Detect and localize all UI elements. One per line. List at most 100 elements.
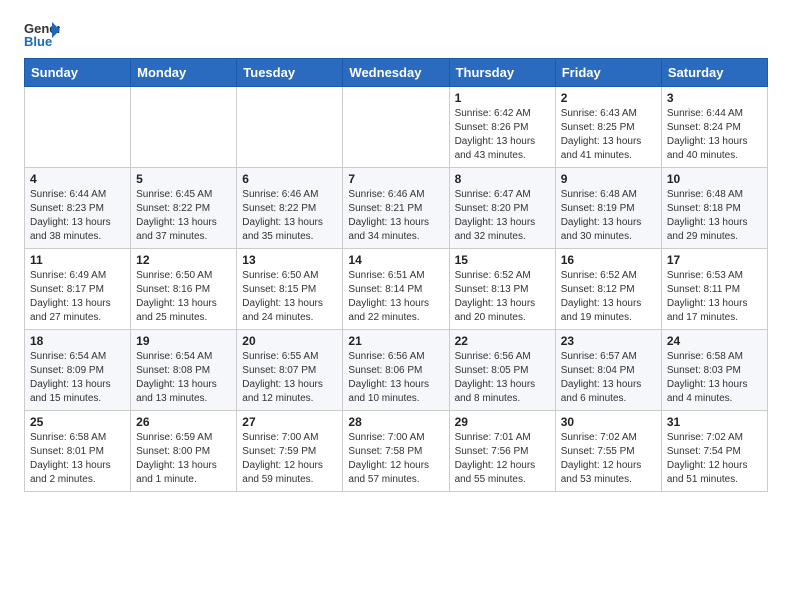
day-cell: 12 Sunrise: 6:50 AM Sunset: 8:16 PM Dayli…	[131, 249, 237, 330]
day-number: 2	[561, 91, 656, 105]
day-info: Sunrise: 7:00 AM Sunset: 7:58 PM Dayligh…	[348, 431, 443, 487]
day-number: 14	[348, 253, 443, 267]
day-info: Sunrise: 6:46 AM Sunset: 8:21 PM Dayligh…	[348, 188, 443, 244]
header-wednesday: Wednesday	[343, 59, 449, 87]
day-number: 8	[455, 172, 550, 186]
header: General Blue	[24, 20, 768, 48]
day-info: Sunrise: 6:48 AM Sunset: 8:18 PM Dayligh…	[667, 188, 762, 244]
day-number: 4	[30, 172, 125, 186]
header-friday: Friday	[555, 59, 661, 87]
day-cell: 4 Sunrise: 6:44 AM Sunset: 8:23 PM Daylig…	[25, 168, 131, 249]
day-cell: 23 Sunrise: 6:57 AM Sunset: 8:04 PM Dayli…	[555, 330, 661, 411]
day-cell: 7 Sunrise: 6:46 AM Sunset: 8:21 PM Daylig…	[343, 168, 449, 249]
day-number: 28	[348, 415, 443, 429]
day-cell: 22Sunrise: 6:56 AM Sunset: 8:05 PM Dayli…	[449, 330, 555, 411]
day-cell	[343, 87, 449, 168]
day-cell: 31 Sunrise: 7:02 AM Sunset: 7:54 PM Dayli…	[661, 411, 767, 492]
day-number: 12	[136, 253, 231, 267]
day-info: Sunrise: 6:52 AM Sunset: 8:12 PM Dayligh…	[561, 269, 656, 325]
day-info: Sunrise: 6:43 AM Sunset: 8:25 PM Dayligh…	[561, 107, 656, 163]
day-cell: 2 Sunrise: 6:43 AM Sunset: 8:25 PM Daylig…	[555, 87, 661, 168]
calendar-header: SundayMondayTuesdayWednesdayThursdayFrid…	[25, 59, 768, 87]
logo-icon: General Blue	[24, 20, 60, 48]
day-number: 7	[348, 172, 443, 186]
day-cell: 11 Sunrise: 6:49 AM Sunset: 8:17 PM Dayli…	[25, 249, 131, 330]
day-number: 1	[455, 91, 550, 105]
day-cell: 13 Sunrise: 6:50 AM Sunset: 8:15 PM Dayli…	[237, 249, 343, 330]
day-info: Sunrise: 6:49 AM Sunset: 8:17 PM Dayligh…	[30, 269, 125, 325]
day-info: Sunrise: 6:42 AM Sunset: 8:26 PM Dayligh…	[455, 107, 550, 163]
day-number: 24	[667, 334, 762, 348]
day-info: Sunrise: 6:47 AM Sunset: 8:20 PM Dayligh…	[455, 188, 550, 244]
day-number: 30	[561, 415, 656, 429]
header-saturday: Saturday	[661, 59, 767, 87]
day-cell: 24 Sunrise: 6:58 AM Sunset: 8:03 PM Dayli…	[661, 330, 767, 411]
day-cell: 8 Sunrise: 6:47 AM Sunset: 8:20 PM Daylig…	[449, 168, 555, 249]
week-row-5: 25 Sunrise: 6:58 AM Sunset: 8:01 PM Dayli…	[25, 411, 768, 492]
day-cell	[131, 87, 237, 168]
day-cell: 16 Sunrise: 6:52 AM Sunset: 8:12 PM Dayli…	[555, 249, 661, 330]
day-number: 6	[242, 172, 337, 186]
day-cell: 6 Sunrise: 6:46 AM Sunset: 8:22 PM Daylig…	[237, 168, 343, 249]
day-number: 23	[561, 334, 656, 348]
day-cell: 18Sunrise: 6:54 AM Sunset: 8:09 PM Dayli…	[25, 330, 131, 411]
day-info: Sunrise: 6:45 AM Sunset: 8:22 PM Dayligh…	[136, 188, 231, 244]
day-info: Sunrise: 6:50 AM Sunset: 8:16 PM Dayligh…	[136, 269, 231, 325]
calendar-body: 1 Sunrise: 6:42 AM Sunset: 8:26 PM Daylig…	[25, 87, 768, 492]
day-cell: 10Sunrise: 6:48 AM Sunset: 8:18 PM Dayli…	[661, 168, 767, 249]
day-number: 29	[455, 415, 550, 429]
day-number: 16	[561, 253, 656, 267]
day-cell: 19 Sunrise: 6:54 AM Sunset: 8:08 PM Dayli…	[131, 330, 237, 411]
week-row-3: 11 Sunrise: 6:49 AM Sunset: 8:17 PM Dayli…	[25, 249, 768, 330]
day-info: Sunrise: 6:55 AM Sunset: 8:07 PM Dayligh…	[242, 350, 337, 406]
day-cell	[25, 87, 131, 168]
calendar-table: SundayMondayTuesdayWednesdayThursdayFrid…	[24, 58, 768, 492]
day-cell: 14Sunrise: 6:51 AM Sunset: 8:14 PM Dayli…	[343, 249, 449, 330]
day-info: Sunrise: 6:48 AM Sunset: 8:19 PM Dayligh…	[561, 188, 656, 244]
day-number: 17	[667, 253, 762, 267]
header-thursday: Thursday	[449, 59, 555, 87]
day-info: Sunrise: 6:58 AM Sunset: 8:03 PM Dayligh…	[667, 350, 762, 406]
day-cell: 3 Sunrise: 6:44 AM Sunset: 8:24 PM Daylig…	[661, 87, 767, 168]
day-number: 3	[667, 91, 762, 105]
day-cell: 1 Sunrise: 6:42 AM Sunset: 8:26 PM Daylig…	[449, 87, 555, 168]
header-tuesday: Tuesday	[237, 59, 343, 87]
day-info: Sunrise: 6:50 AM Sunset: 8:15 PM Dayligh…	[242, 269, 337, 325]
day-info: Sunrise: 6:46 AM Sunset: 8:22 PM Dayligh…	[242, 188, 337, 244]
day-cell: 20 Sunrise: 6:55 AM Sunset: 8:07 PM Dayli…	[237, 330, 343, 411]
day-number: 15	[455, 253, 550, 267]
day-info: Sunrise: 6:54 AM Sunset: 8:08 PM Dayligh…	[136, 350, 231, 406]
day-info: Sunrise: 7:02 AM Sunset: 7:54 PM Dayligh…	[667, 431, 762, 487]
day-cell: 9 Sunrise: 6:48 AM Sunset: 8:19 PM Daylig…	[555, 168, 661, 249]
day-cell: 29 Sunrise: 7:01 AM Sunset: 7:56 PM Dayli…	[449, 411, 555, 492]
day-number: 19	[136, 334, 231, 348]
day-number: 20	[242, 334, 337, 348]
day-cell: 21Sunrise: 6:56 AM Sunset: 8:06 PM Dayli…	[343, 330, 449, 411]
day-number: 11	[30, 253, 125, 267]
day-info: Sunrise: 6:52 AM Sunset: 8:13 PM Dayligh…	[455, 269, 550, 325]
week-row-1: 1 Sunrise: 6:42 AM Sunset: 8:26 PM Daylig…	[25, 87, 768, 168]
day-info: Sunrise: 6:44 AM Sunset: 8:24 PM Dayligh…	[667, 107, 762, 163]
day-number: 5	[136, 172, 231, 186]
day-info: Sunrise: 7:02 AM Sunset: 7:55 PM Dayligh…	[561, 431, 656, 487]
day-info: Sunrise: 6:58 AM Sunset: 8:01 PM Dayligh…	[30, 431, 125, 487]
day-info: Sunrise: 6:53 AM Sunset: 8:11 PM Dayligh…	[667, 269, 762, 325]
day-cell: 15 Sunrise: 6:52 AM Sunset: 8:13 PM Dayli…	[449, 249, 555, 330]
week-row-2: 4 Sunrise: 6:44 AM Sunset: 8:23 PM Daylig…	[25, 168, 768, 249]
day-info: Sunrise: 6:54 AM Sunset: 8:09 PM Dayligh…	[30, 350, 125, 406]
day-number: 13	[242, 253, 337, 267]
logo: General Blue	[24, 20, 64, 48]
day-info: Sunrise: 6:44 AM Sunset: 8:23 PM Dayligh…	[30, 188, 125, 244]
day-info: Sunrise: 6:57 AM Sunset: 8:04 PM Dayligh…	[561, 350, 656, 406]
day-number: 9	[561, 172, 656, 186]
day-cell: 28 Sunrise: 7:00 AM Sunset: 7:58 PM Dayli…	[343, 411, 449, 492]
day-number: 25	[30, 415, 125, 429]
day-cell: 5 Sunrise: 6:45 AM Sunset: 8:22 PM Daylig…	[131, 168, 237, 249]
day-number: 27	[242, 415, 337, 429]
day-info: Sunrise: 7:01 AM Sunset: 7:56 PM Dayligh…	[455, 431, 550, 487]
day-info: Sunrise: 6:56 AM Sunset: 8:06 PM Dayligh…	[348, 350, 443, 406]
day-cell: 26Sunrise: 6:59 AM Sunset: 8:00 PM Dayli…	[131, 411, 237, 492]
day-info: Sunrise: 7:00 AM Sunset: 7:59 PM Dayligh…	[242, 431, 337, 487]
day-info: Sunrise: 6:59 AM Sunset: 8:00 PM Dayligh…	[136, 431, 231, 487]
day-number: 31	[667, 415, 762, 429]
